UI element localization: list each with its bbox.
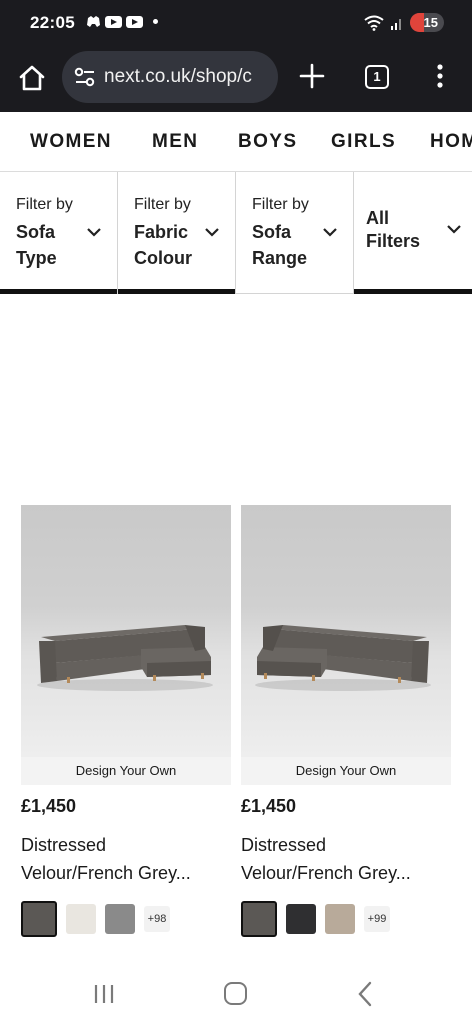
category-men[interactable]: MEN: [152, 131, 198, 153]
product-card[interactable]: Design Your Own £1,450 Distressed Velour…: [241, 505, 451, 937]
address-bar[interactable]: next.co.uk/shop/c: [62, 51, 278, 103]
filter-label: Sofa Range: [252, 222, 308, 268]
product-title[interactable]: Distressed Velour/French Grey...: [21, 831, 231, 887]
battery-level: 15: [423, 15, 438, 30]
filter-all[interactable]: All Filters: [354, 172, 472, 294]
back-icon[interactable]: [357, 981, 373, 1007]
chevron-down-icon: [87, 228, 101, 237]
home-icon[interactable]: [18, 64, 46, 92]
status-bar: 22:05 15: [0, 0, 472, 48]
filter-label: Fabric Colour: [134, 222, 192, 268]
product-card[interactable]: Design Your Own £1,450 Distressed Velour…: [21, 505, 231, 937]
youtube-icon: [126, 15, 143, 28]
chevron-down-icon: [447, 225, 461, 234]
category-women[interactable]: WOMEN: [30, 131, 112, 153]
status-notification-icons: [86, 15, 158, 28]
status-time: 22:05: [30, 13, 75, 32]
filter-underline: [118, 289, 235, 294]
filter-underline: [354, 289, 472, 294]
design-your-own-badge: Design Your Own: [241, 757, 451, 785]
wifi-icon: [363, 15, 384, 31]
filter-prefix: Filter by: [134, 196, 191, 213]
browser-toolbar: next.co.uk/shop/c 1: [0, 48, 472, 112]
category-nav: WOMEN MEN BOYS GIRLS HOME: [0, 112, 472, 172]
more-colours[interactable]: +98: [144, 906, 170, 932]
colour-swatches: +98: [21, 901, 231, 937]
product-image[interactable]: [241, 505, 451, 757]
filter-label: All Filters: [366, 208, 421, 251]
swatch-selected[interactable]: [21, 901, 57, 937]
more-vert-icon[interactable]: [430, 62, 450, 90]
swatch[interactable]: [325, 904, 355, 934]
filter-prefix: Filter by: [252, 196, 309, 213]
plus-icon[interactable]: [298, 62, 326, 90]
battery-icon: 15: [409, 13, 444, 32]
tab-count: 1: [373, 69, 381, 84]
product-price: £1,450: [21, 796, 77, 816]
site-settings-icon[interactable]: [74, 67, 96, 87]
home-nav-icon[interactable]: [224, 982, 247, 1005]
swatch-selected[interactable]: [241, 901, 277, 937]
filter-sofa-range[interactable]: Filter by Sofa Range: [236, 172, 354, 294]
youtube-icon: [105, 15, 122, 28]
swatch[interactable]: [105, 904, 135, 934]
chevron-down-icon: [205, 228, 219, 237]
status-system-icons: 15: [363, 13, 444, 32]
design-your-own-badge: Design Your Own: [21, 757, 231, 785]
filter-prefix: Filter by: [16, 196, 73, 213]
product-price: £1,450: [241, 796, 297, 816]
signal-icon: [390, 18, 401, 30]
product-title[interactable]: Distressed Velour/French Grey...: [241, 831, 451, 887]
filter-underline: [0, 289, 117, 294]
category-boys[interactable]: BOYS: [238, 131, 297, 153]
notification-dot-icon: [153, 19, 158, 24]
filter-sofa-type[interactable]: Filter by Sofa Type: [0, 172, 118, 294]
swatch[interactable]: [286, 904, 316, 934]
colour-swatches: +99: [241, 901, 451, 937]
swatch[interactable]: [66, 904, 96, 934]
corner-sofa-image: [37, 625, 213, 691]
url-text[interactable]: next.co.uk/shop/c: [104, 66, 252, 88]
filter-fabric-colour[interactable]: Filter by Fabric Colour: [118, 172, 236, 294]
category-girls[interactable]: GIRLS: [331, 131, 396, 153]
corner-sofa-image: [255, 625, 431, 691]
category-home[interactable]: HOME: [430, 131, 472, 153]
product-image[interactable]: [21, 505, 231, 757]
chevron-down-icon: [323, 228, 337, 237]
tabs-icon[interactable]: 1: [365, 65, 389, 89]
system-nav-bar: [0, 964, 472, 1024]
filter-bar: Filter by Sofa Type Filter by Fabric Colou…: [0, 172, 472, 294]
filter-underline: [236, 293, 353, 294]
filter-label: Sofa Type: [16, 222, 57, 268]
game-controller-icon: [87, 16, 100, 27]
recent-apps-icon[interactable]: [93, 983, 115, 1005]
more-colours[interactable]: +99: [364, 906, 390, 932]
